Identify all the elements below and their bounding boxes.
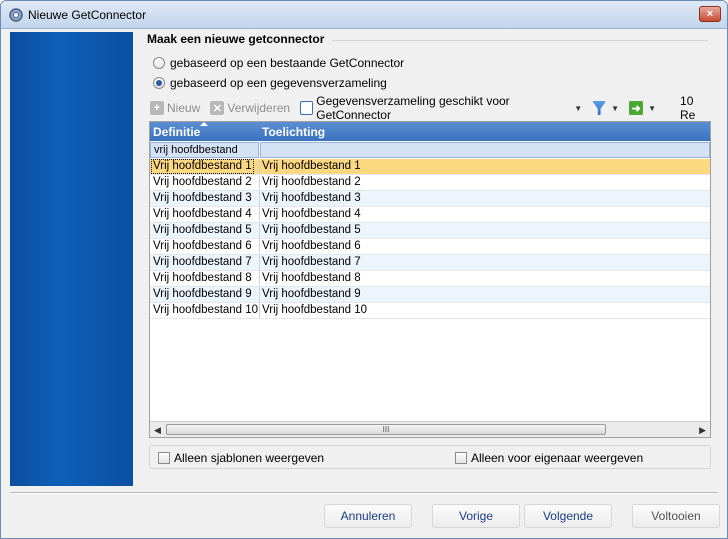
cell-definitie[interactable]: Vrij hoofdbestand 10 xyxy=(153,303,258,318)
new-label: Nieuw xyxy=(167,101,201,115)
checkbox[interactable] xyxy=(455,452,467,464)
column-divider xyxy=(259,287,260,302)
dialog-window: Nieuwe GetConnector × Maak een nieuwe ge… xyxy=(0,0,728,539)
column-divider xyxy=(259,175,260,190)
table-row[interactable]: Vrij hoofdbestand 8 Vrij hoofdbestand 8 xyxy=(150,271,710,287)
section-divider xyxy=(332,40,708,41)
app-gear-icon xyxy=(9,8,23,22)
cell-definitie[interactable]: Vrij hoofdbestand 8 xyxy=(153,271,252,286)
plus-icon: + xyxy=(150,101,164,115)
grid-rows: Vrij hoofdbestand 1 Vrij hoofdbestand 1 Vr… xyxy=(150,159,710,319)
filter-row: vrij hoofdbestand xyxy=(150,142,710,158)
record-count: 10 Re xyxy=(680,94,696,122)
filter-options-bar: Alleen sjablonen weergeven Alleen voor e… xyxy=(149,445,711,469)
dataset-label: Gegevensverzameling geschikt voor GetCon… xyxy=(316,94,510,122)
cell-toelichting[interactable]: Vrij hoofdbestand 1 xyxy=(262,159,361,174)
checkbox-label: Alleen sjablonen weergeven xyxy=(174,451,325,465)
delete-label: Verwijderen xyxy=(227,101,291,115)
cell-toelichting[interactable]: Vrij hoofdbestand 2 xyxy=(262,175,361,190)
column-divider xyxy=(259,255,260,270)
option-dataset[interactable]: gebaseerd op een gegevensverzameling xyxy=(153,76,387,90)
option-existing-getconnector[interactable]: gebaseerd op een bestaande GetConnector xyxy=(153,56,404,70)
cell-definitie[interactable]: Vrij hoofdbestand 7 xyxy=(153,255,252,270)
table-row[interactable]: Vrij hoofdbestand 6 Vrij hoofdbestand 6 xyxy=(150,239,710,255)
grid-header: Definitie Toelichting xyxy=(150,122,710,141)
table-row[interactable]: Vrij hoofdbestand 1 Vrij hoofdbestand 1 xyxy=(150,159,710,175)
export-dropdown[interactable]: ➜ ▼ xyxy=(629,101,656,115)
next-button[interactable]: Volgende xyxy=(524,504,612,528)
close-button[interactable]: × xyxy=(699,6,721,22)
column-divider xyxy=(259,207,260,222)
checkbox-label: Alleen voor eigenaar weergeven xyxy=(471,451,644,465)
side-banner xyxy=(10,32,133,486)
cell-toelichting[interactable]: Vrij hoofdbestand 9 xyxy=(262,287,361,302)
cell-toelichting[interactable]: Vrij hoofdbestand 5 xyxy=(262,223,361,238)
cell-definitie[interactable]: Vrij hoofdbestand 9 xyxy=(153,287,252,302)
delete-button[interactable]: ✕ Verwijderen xyxy=(210,101,290,115)
option-label: gebaseerd op een bestaande GetConnector xyxy=(170,56,405,70)
cell-definitie[interactable]: Vrij hoofdbestand 2 xyxy=(153,175,252,190)
chevron-down-icon: ▼ xyxy=(648,103,657,113)
owner-only-checkbox[interactable]: Alleen voor eigenaar weergeven xyxy=(455,451,643,465)
title-bar: Nieuwe GetConnector × xyxy=(1,1,727,29)
cell-toelichting[interactable]: Vrij hoofdbestand 6 xyxy=(262,239,361,254)
scroll-thumb[interactable]: III xyxy=(166,424,606,435)
horizontal-scrollbar[interactable]: ◀ III ▶ xyxy=(150,421,710,437)
arrow-right-icon: ➜ xyxy=(629,101,644,115)
cell-definitie[interactable]: Vrij hoofdbestand 4 xyxy=(153,207,252,222)
templates-only-checkbox[interactable]: Alleen sjablonen weergeven xyxy=(158,451,324,465)
window-title: Nieuwe GetConnector xyxy=(28,8,147,22)
cell-toelichting[interactable]: Vrij hoofdbestand 8 xyxy=(262,271,361,286)
grid-toolbar: + Nieuw ✕ Verwijderen Gegevensverzamelin… xyxy=(150,94,710,122)
scroll-left-icon[interactable]: ◀ xyxy=(154,425,161,436)
table-row[interactable]: Vrij hoofdbestand 10 Vrij hoofdbestand 10 xyxy=(150,303,710,319)
cell-toelichting[interactable]: Vrij hoofdbestand 7 xyxy=(262,255,361,270)
column-header-definitie[interactable]: Definitie xyxy=(153,125,200,139)
filter-cell-definitie[interactable]: vrij hoofdbestand xyxy=(150,142,259,158)
column-divider xyxy=(259,159,260,174)
radio-existing[interactable] xyxy=(153,57,165,69)
filter-icon xyxy=(592,101,607,115)
filter-dropdown[interactable]: ▼ xyxy=(592,101,619,115)
connector-grid[interactable]: Definitie Toelichting vrij hoofdbestand … xyxy=(149,121,711,438)
cancel-button[interactable]: Annuleren xyxy=(324,504,412,528)
column-divider xyxy=(259,303,260,318)
column-divider xyxy=(259,239,260,254)
cell-toelichting[interactable]: Vrij hoofdbestand 4 xyxy=(262,207,361,222)
table-row[interactable]: Vrij hoofdbestand 4 Vrij hoofdbestand 4 xyxy=(150,207,710,223)
option-label: gebaseerd op een gegevensverzameling xyxy=(170,76,387,90)
scroll-right-icon[interactable]: ▶ xyxy=(699,425,706,436)
footer-divider-highlight xyxy=(10,493,718,494)
previous-button[interactable]: Vorige xyxy=(432,504,520,528)
section-title: Maak een nieuwe getconnector xyxy=(147,32,325,46)
table-row[interactable]: Vrij hoofdbestand 3 Vrij hoofdbestand 3 xyxy=(150,191,710,207)
table-row[interactable]: Vrij hoofdbestand 7 Vrij hoofdbestand 7 xyxy=(150,255,710,271)
new-button[interactable]: + Nieuw xyxy=(150,101,200,115)
cell-definitie[interactable]: Vrij hoofdbestand 3 xyxy=(153,191,252,206)
table-row[interactable]: Vrij hoofdbestand 2 Vrij hoofdbestand 2 xyxy=(150,175,710,191)
column-divider xyxy=(259,271,260,286)
column-header-toelichting[interactable]: Toelichting xyxy=(262,125,325,139)
chevron-down-icon: ▼ xyxy=(574,103,583,113)
radio-dataset[interactable] xyxy=(153,77,165,89)
finish-button[interactable]: Voltooien xyxy=(632,504,720,528)
delete-x-icon: ✕ xyxy=(210,101,225,115)
table-row[interactable]: Vrij hoofdbestand 9 Vrij hoofdbestand 9 xyxy=(150,287,710,303)
sort-ascending-icon xyxy=(200,122,208,126)
cell-definitie[interactable]: Vrij hoofdbestand 5 xyxy=(153,223,252,238)
dataset-dropdown[interactable]: Gegevensverzameling geschikt voor GetCon… xyxy=(300,94,582,122)
cell-definitie[interactable]: Vrij hoofdbestand 1 xyxy=(151,159,254,174)
column-divider xyxy=(259,223,260,238)
filter-cell-toelichting[interactable] xyxy=(260,142,710,158)
cell-toelichting[interactable]: Vrij hoofdbestand 3 xyxy=(262,191,361,206)
cell-definitie[interactable]: Vrij hoofdbestand 6 xyxy=(153,239,252,254)
table-row[interactable]: Vrij hoofdbestand 5 Vrij hoofdbestand 5 xyxy=(150,223,710,239)
table-icon xyxy=(300,101,314,115)
cell-toelichting[interactable]: Vrij hoofdbestand 10 xyxy=(262,303,367,318)
dialog-body: Maak een nieuwe getconnector gebaseerd o… xyxy=(1,29,727,538)
checkbox[interactable] xyxy=(158,452,170,464)
chevron-down-icon: ▼ xyxy=(611,103,620,113)
column-divider xyxy=(259,191,260,206)
